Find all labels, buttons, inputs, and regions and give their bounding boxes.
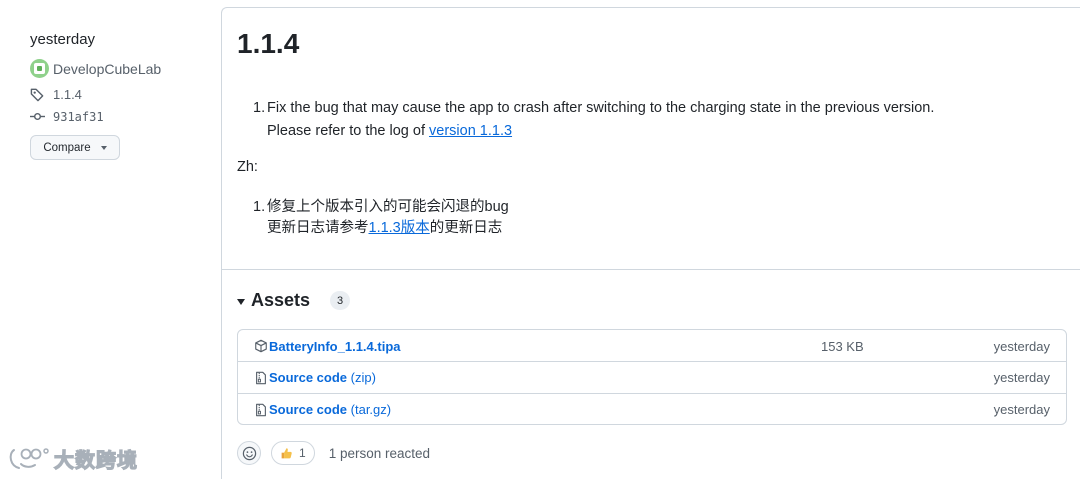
note-line-2: 更新日志请参考1.1.3版本的更新日志 bbox=[267, 217, 502, 240]
chevron-down-icon bbox=[100, 145, 107, 150]
note-text: 更新日志请参考 bbox=[267, 220, 369, 236]
version-link[interactable]: version 1.1.3 bbox=[429, 123, 512, 139]
thumbs-up-icon bbox=[281, 447, 292, 458]
watermark-text: 大数跨境 bbox=[53, 447, 138, 472]
add-reaction-button[interactable] bbox=[237, 441, 261, 465]
smiley-icon bbox=[242, 446, 256, 460]
list-number: 1. bbox=[253, 199, 266, 215]
asset-row[interactable]: Source code (zip) yesterday bbox=[238, 361, 1066, 393]
package-icon bbox=[255, 339, 267, 353]
asset-size: 153 KB bbox=[821, 338, 864, 354]
asset-time: yesterday bbox=[993, 370, 1050, 385]
asset-name[interactable]: Source code bbox=[269, 402, 347, 417]
author-avatar[interactable] bbox=[30, 59, 49, 78]
asset-row[interactable]: BatteryInfo_1.1.4.tipa 153 KB yesterday bbox=[238, 330, 1066, 362]
zh-label: Zh: bbox=[237, 159, 258, 175]
asset-name-link[interactable]: BatteryInfo_1.1.4.tipa bbox=[269, 339, 401, 354]
triangle-down-icon bbox=[237, 298, 245, 305]
file-zip-icon bbox=[256, 371, 266, 385]
release-sidebar: yesterday DevelopCubeLab 1.1.4 931af31 C… bbox=[0, 0, 221, 479]
reaction-summary: 1 person reacted bbox=[328, 445, 431, 461]
author-name[interactable]: DevelopCubeLab bbox=[53, 61, 161, 77]
release-title[interactable]: 1.1.4 bbox=[237, 28, 299, 60]
list-number: 1. bbox=[253, 100, 266, 116]
commit-sha[interactable]: 931af31 bbox=[53, 110, 104, 124]
release-commit[interactable]: 931af31 bbox=[30, 109, 104, 124]
asset-name[interactable]: BatteryInfo_1.1.4.tipa bbox=[269, 339, 401, 354]
watermark-logo-icon bbox=[9, 447, 49, 469]
thumbs-up-count: 1 bbox=[299, 446, 306, 460]
asset-name[interactable]: Source code bbox=[269, 370, 347, 385]
section-divider bbox=[222, 269, 1080, 270]
assets-list: BatteryInfo_1.1.4.tipa 153 KB yesterday … bbox=[237, 329, 1067, 425]
assets-toggle[interactable]: Assets 3 bbox=[237, 290, 351, 311]
release-tag[interactable]: 1.1.4 bbox=[30, 87, 82, 102]
asset-row[interactable]: Source code (tar.gz) yesterday bbox=[238, 393, 1066, 425]
tag-name[interactable]: 1.1.4 bbox=[53, 87, 82, 102]
note-line-2: Please refer to the log of version 1.1.3 bbox=[267, 120, 512, 143]
note-line: 修复上个版本引入的可能会闪退的bug bbox=[267, 199, 509, 215]
version-link-zh[interactable]: 1.1.3版本 bbox=[369, 220, 430, 236]
asset-ext[interactable]: (zip) bbox=[347, 370, 376, 385]
asset-name-link[interactable]: Source code (zip) bbox=[269, 370, 376, 385]
note-text: Please refer to the log of bbox=[267, 123, 430, 139]
compare-label: Compare bbox=[43, 141, 91, 154]
assets-count-badge: 3 bbox=[330, 291, 351, 310]
note-text: 的更新日志 bbox=[429, 220, 503, 236]
compare-button[interactable]: Compare bbox=[30, 135, 120, 160]
thumbs-up-reaction[interactable]: 1 bbox=[271, 441, 315, 465]
assets-title[interactable]: Assets bbox=[251, 290, 310, 311]
git-commit-icon bbox=[30, 112, 45, 121]
asset-time: yesterday bbox=[993, 402, 1050, 417]
file-zip-icon bbox=[256, 403, 266, 417]
note-line: Fix the bug that may cause the app to cr… bbox=[267, 100, 935, 116]
release-author[interactable]: DevelopCubeLab bbox=[30, 59, 161, 78]
tag-icon bbox=[30, 88, 44, 102]
release-relative-time: yesterday bbox=[30, 31, 96, 48]
watermark: 大数跨境 bbox=[8, 444, 138, 473]
reactions-bar: 1 1 person reacted bbox=[237, 441, 430, 465]
asset-name-link[interactable]: Source code (tar.gz) bbox=[269, 402, 391, 417]
asset-ext[interactable]: (tar.gz) bbox=[347, 402, 391, 417]
asset-time: yesterday bbox=[993, 338, 1050, 354]
